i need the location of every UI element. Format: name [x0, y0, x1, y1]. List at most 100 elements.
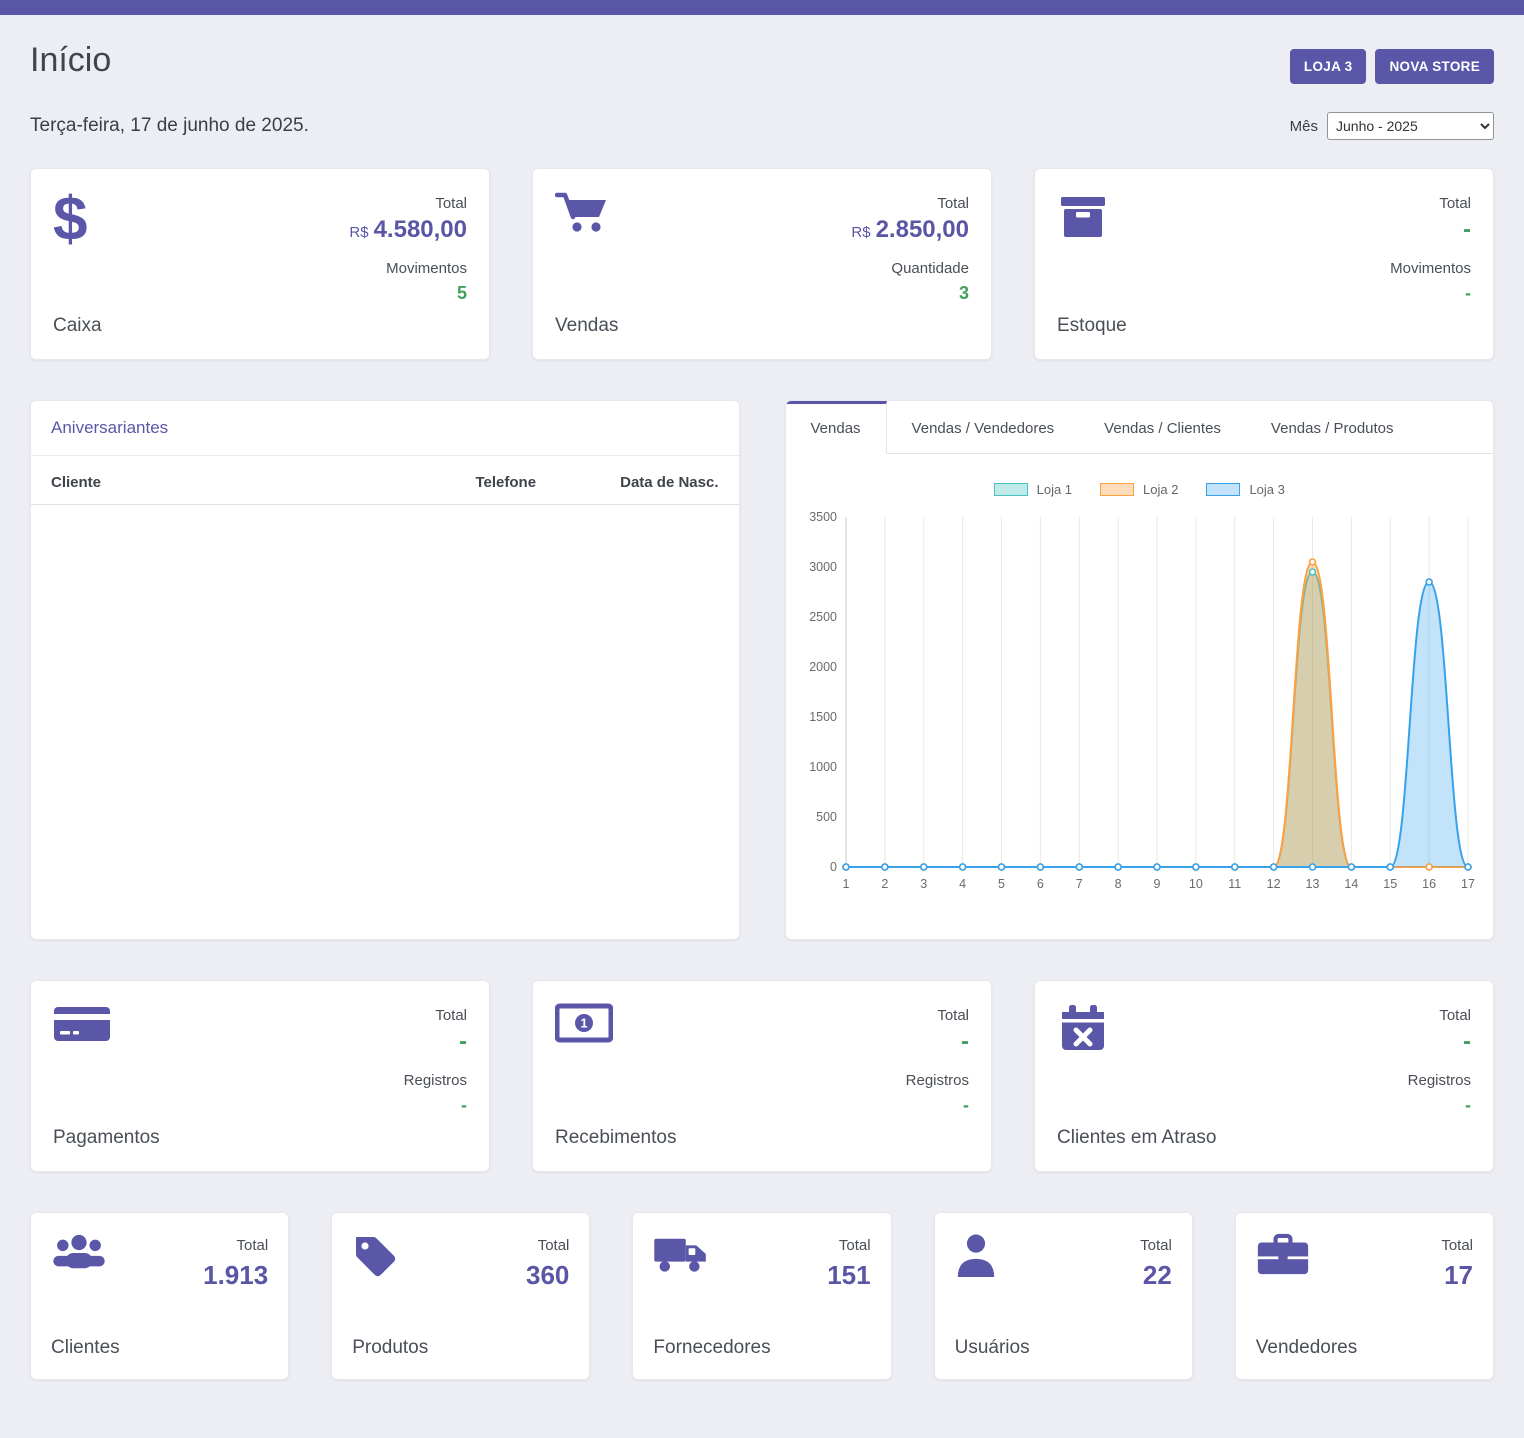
user-icon: [955, 1233, 1030, 1279]
current-date: Terça-feira, 17 de junho de 2025.: [30, 115, 309, 137]
estoque-card: Estoque Total - Movimentos -: [1034, 168, 1494, 360]
month-select[interactable]: Junho - 2025: [1327, 112, 1494, 140]
month-label: Mês: [1290, 118, 1318, 135]
card-title: Pagamentos: [53, 1127, 160, 1149]
svg-text:9: 9: [1153, 877, 1160, 891]
total-value: 1.913: [203, 1260, 268, 1291]
birthdays-table: Cliente Telefone Data de Nasc.: [31, 456, 739, 505]
currency-prefix: R$: [349, 224, 368, 241]
middle-row: Aniversariantes Cliente Telefone Data de…: [30, 400, 1494, 940]
total-label: Total: [1441, 1237, 1473, 1254]
svg-text:10: 10: [1188, 877, 1202, 891]
sub-label: Movimentos: [1390, 260, 1471, 277]
col-data-nasc: Data de Nasc.: [597, 456, 739, 505]
legend-item-loja-3[interactable]: Loja 3: [1206, 482, 1284, 497]
bottom-stats-row: Clientes Total 1.913 Produtos Total 360: [30, 1212, 1494, 1380]
truck-icon: [653, 1233, 770, 1275]
svg-text:3500: 3500: [809, 510, 837, 524]
calendar-x-icon: [1057, 1003, 1216, 1055]
legend-item-loja-1[interactable]: Loja 1: [994, 482, 1072, 497]
svg-text:14: 14: [1344, 877, 1358, 891]
new-store-button[interactable]: NOVA STORE: [1375, 49, 1494, 84]
legend-item-loja-2[interactable]: Loja 2: [1100, 482, 1178, 497]
dollar-icon: $: [53, 191, 102, 250]
total-label: Total: [526, 1237, 569, 1254]
total-value: R$2.850,00: [851, 216, 969, 244]
total-label: Total: [1408, 1007, 1471, 1024]
caixa-card: $ Caixa Total R$4.580,00 Movimentos 5: [30, 168, 490, 360]
tab-vendas-clientes[interactable]: Vendas / Clientes: [1079, 401, 1246, 453]
chart-legend: Loja 1 Loja 2 Loja 3: [786, 454, 1494, 503]
sub-label: Registros: [1408, 1072, 1471, 1089]
users-icon: [51, 1233, 120, 1273]
total-value: -: [906, 1028, 969, 1056]
dashboard-page: Início LOJA 3 NOVA STORE Terça-feira, 17…: [0, 15, 1524, 1430]
svg-text:1: 1: [842, 877, 849, 891]
total-label: Total: [1140, 1237, 1172, 1254]
birthdays-title: Aniversariantes: [31, 401, 739, 456]
recebimentos-card: 1 Recebimentos Total - Registros -: [532, 980, 992, 1172]
total-value: R$4.580,00: [349, 216, 467, 244]
sub-label: Quantidade: [851, 260, 969, 277]
total-value: 17: [1441, 1260, 1473, 1291]
card-title: Clientes: [51, 1337, 120, 1359]
col-cliente: Cliente: [31, 456, 456, 505]
svg-text:1000: 1000: [809, 760, 837, 774]
total-label: Total: [827, 1237, 870, 1254]
svg-text:7: 7: [1075, 877, 1082, 891]
total-label: Total: [1390, 195, 1471, 212]
total-label: Total: [851, 195, 969, 212]
total-value: -: [404, 1028, 467, 1056]
vendas-card: Vendas Total R$2.850,00 Quantidade 3: [532, 168, 992, 360]
svg-text:8: 8: [1114, 877, 1121, 891]
header: Início LOJA 3 NOVA STORE: [30, 41, 1494, 84]
card-title: Vendedores: [1256, 1337, 1357, 1359]
sub-value: 3: [851, 283, 969, 304]
svg-text:6: 6: [1036, 877, 1043, 891]
tab-vendas-vendedores[interactable]: Vendas / Vendedores: [887, 401, 1080, 453]
total-value: -: [1390, 216, 1471, 244]
total-label: Total: [404, 1007, 467, 1024]
date-row: Terça-feira, 17 de junho de 2025. Mês Ju…: [30, 112, 1494, 140]
header-buttons: LOJA 3 NOVA STORE: [1290, 49, 1494, 84]
total-label: Total: [203, 1237, 268, 1254]
tab-vendas-produtos[interactable]: Vendas / Produtos: [1246, 401, 1419, 453]
svg-text:3: 3: [920, 877, 927, 891]
tab-vendas[interactable]: Vendas: [786, 401, 887, 454]
total-value: -: [1408, 1028, 1471, 1056]
svg-text:0: 0: [830, 860, 837, 874]
clientes-card: Clientes Total 1.913: [30, 1212, 289, 1380]
total-label: Total: [349, 195, 467, 212]
pagamentos-card: Pagamentos Total - Registros -: [30, 980, 490, 1172]
chart-area: 0500100015002000250030003500123456789101…: [786, 503, 1494, 918]
svg-text:1500: 1500: [809, 710, 837, 724]
svg-text:15: 15: [1383, 877, 1397, 891]
store-button[interactable]: LOJA 3: [1290, 49, 1367, 84]
tag-icon: [352, 1233, 428, 1279]
card-title: Usuários: [955, 1337, 1030, 1359]
legend-label: Loja 1: [1037, 482, 1072, 497]
total-value: 360: [526, 1260, 569, 1291]
legend-swatch: [1100, 483, 1134, 496]
legend-swatch: [994, 483, 1028, 496]
produtos-card: Produtos Total 360: [331, 1212, 590, 1380]
svg-text:2: 2: [881, 877, 888, 891]
money-bill-icon: 1: [555, 1003, 676, 1043]
card-title: Vendas: [555, 315, 618, 337]
svg-text:3000: 3000: [809, 560, 837, 574]
sub-label: Registros: [906, 1072, 969, 1089]
chart-tabs: Vendas Vendas / Vendedores Vendas / Clie…: [786, 401, 1494, 454]
svg-text:500: 500: [816, 810, 837, 824]
legend-label: Loja 2: [1143, 482, 1178, 497]
sub-value: -: [1408, 1095, 1471, 1116]
svg-text:16: 16: [1422, 877, 1436, 891]
sub-value: -: [404, 1095, 467, 1116]
svg-text:2000: 2000: [809, 660, 837, 674]
card-title: Produtos: [352, 1337, 428, 1359]
currency-prefix: R$: [851, 224, 870, 241]
sub-label: Registros: [404, 1072, 467, 1089]
usuarios-card: Usuários Total 22: [934, 1212, 1193, 1380]
svg-text:2500: 2500: [809, 610, 837, 624]
vendedores-card: Vendedores Total 17: [1235, 1212, 1494, 1380]
mid-stats-row: Pagamentos Total - Registros - 1 Recebim…: [30, 980, 1494, 1172]
